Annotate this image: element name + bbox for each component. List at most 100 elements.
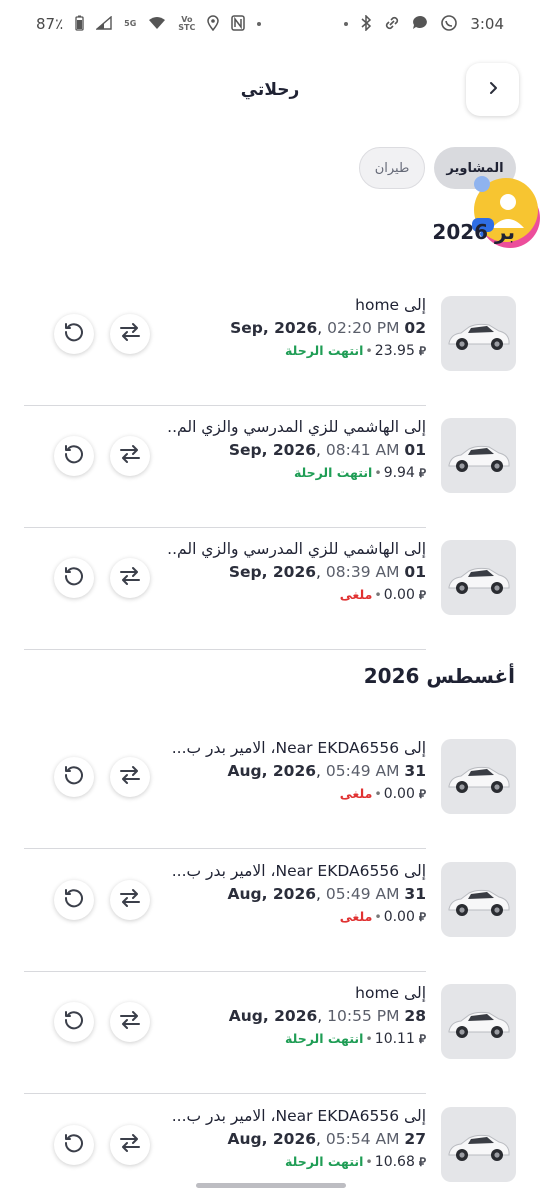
- status-label: ملغى: [339, 786, 373, 801]
- trip-info: إلى Near EKDA6556، الامير بدر ب... Aug, …: [166, 737, 426, 805]
- trip-destination: إلى Near EKDA6556، الامير بدر ب...: [171, 1107, 426, 1125]
- repeat-trip-button[interactable]: [54, 880, 94, 920]
- row-divider: [24, 848, 426, 849]
- clock: 3:04: [470, 15, 504, 33]
- battery-icon: [75, 15, 84, 34]
- notification-dot-icon: [344, 22, 349, 26]
- car-thumbnail: [441, 540, 516, 615]
- trip-meta: ⃁ 0.00•ملغى: [339, 909, 426, 925]
- status-label: ملغى: [339, 587, 373, 602]
- trip-meta: ⃁ 9.94•انتهت الرحلة: [293, 465, 426, 481]
- repeat-trip-button[interactable]: [54, 757, 94, 797]
- wifi-icon: [148, 16, 166, 33]
- trip-row[interactable]: إلى home Aug, 2026, 10:55 PM 28 ⃁ 10.11•…: [24, 972, 516, 1095]
- swap-arrows-icon: [119, 444, 141, 468]
- bluetooth-icon: [360, 13, 372, 34]
- history-icon: [63, 321, 85, 347]
- swap-arrows-icon: [119, 566, 141, 590]
- history-icon: [63, 764, 85, 790]
- currency-icon: ⃁: [418, 1155, 426, 1169]
- swap-arrows-icon: [119, 888, 141, 912]
- swap-arrows-icon: [119, 1010, 141, 1034]
- trip-destination: إلى home: [355, 984, 426, 1002]
- trip-row[interactable]: إلى home Sep, 2026, 02:20 PM 02 ⃁ 23.95•…: [24, 284, 516, 407]
- history-icon: [63, 1009, 85, 1035]
- trip-destination: إلى الهاشمي للزي المدرسي والزي الم...: [166, 418, 426, 436]
- trip-row[interactable]: إلى Near EKDA6556، الامير بدر ب... Aug, …: [24, 850, 516, 973]
- trip-info: إلى Near EKDA6556، الامير بدر ب... Aug, …: [166, 860, 426, 928]
- car-thumbnail: [441, 862, 516, 937]
- trip-row[interactable]: إلى الهاشمي للزي المدرسي والزي الم... Se…: [24, 528, 516, 651]
- trip-datetime: Sep, 2026, 02:20 PM 02: [230, 319, 426, 337]
- row-divider: [24, 1093, 426, 1094]
- filter-chip-flights[interactable]: طيران: [359, 147, 425, 189]
- swap-route-button[interactable]: [110, 1002, 150, 1042]
- repeat-trip-button[interactable]: [54, 558, 94, 598]
- trip-info: إلى home Aug, 2026, 10:55 PM 28 ⃁ 10.11•…: [166, 982, 426, 1050]
- nfc-icon: [231, 14, 246, 34]
- volte-indicator: Vo STC: [178, 16, 195, 32]
- currency-icon: ⃁: [418, 910, 426, 924]
- history-icon: [63, 1132, 85, 1158]
- swap-route-button[interactable]: [110, 436, 150, 476]
- status-label: انتهت الرحلة: [285, 1154, 364, 1169]
- trip-row[interactable]: إلى Near EKDA6556، الامير بدر ب... Aug, …: [24, 727, 516, 850]
- trip-meta: ⃁ 23.95•انتهت الرحلة: [285, 343, 426, 359]
- trip-datetime: Aug, 2026, 10:55 PM 28: [228, 1007, 426, 1025]
- status-bar-right: 3:04: [344, 13, 504, 35]
- repeat-trip-button[interactable]: [54, 436, 94, 476]
- carrier-label: STC: [178, 23, 196, 32]
- swap-arrows-icon: [119, 765, 141, 789]
- history-icon: [63, 565, 85, 591]
- repeat-trip-button[interactable]: [54, 314, 94, 354]
- status-label: انتهت الرحلة: [285, 1031, 364, 1046]
- car-thumbnail: [441, 418, 516, 493]
- trip-row[interactable]: إلى الهاشمي للزي المدرسي والزي الم... Se…: [24, 406, 516, 529]
- trip-meta: ⃁ 0.00•ملغى: [339, 587, 426, 603]
- repeat-trip-button[interactable]: [54, 1125, 94, 1165]
- trip-info: إلى الهاشمي للزي المدرسي والزي الم... Se…: [166, 416, 426, 484]
- swap-route-button[interactable]: [110, 757, 150, 797]
- car-thumbnail: [441, 739, 516, 814]
- swap-route-button[interactable]: [110, 558, 150, 598]
- section-title-month: بر 2026: [432, 220, 515, 244]
- currency-icon: ⃁: [418, 787, 426, 801]
- car-thumbnail: [441, 1107, 516, 1182]
- currency-icon: ⃁: [418, 466, 426, 480]
- car-thumbnail: [441, 984, 516, 1059]
- trip-datetime: Aug, 2026, 05:54 AM 27: [227, 1130, 426, 1148]
- car-thumbnail: [441, 296, 516, 371]
- history-icon: [63, 443, 85, 469]
- trip-meta: ⃁ 10.11•انتهت الرحلة: [285, 1031, 426, 1047]
- trip-datetime: Aug, 2026, 05:49 AM 31: [227, 885, 426, 903]
- network-5g-label: 5G: [124, 19, 137, 28]
- status-label: انتهت الرحلة: [293, 465, 373, 480]
- link-icon: [384, 16, 400, 33]
- battery-level: 87٪: [36, 15, 64, 33]
- swap-route-button[interactable]: [110, 314, 150, 354]
- page-title: رحلاتي: [240, 80, 300, 100]
- trip-datetime: Aug, 2026, 05:49 AM 31: [227, 762, 426, 780]
- trip-info: إلى Near EKDA6556، الامير بدر ب... Aug, …: [166, 1105, 426, 1173]
- app-header: رحلاتي: [0, 60, 540, 118]
- trip-destination: إلى الهاشمي للزي المدرسي والزي الم...: [166, 540, 426, 558]
- trip-datetime: Sep, 2026, 08:39 AM 01: [228, 563, 426, 581]
- status-label: انتهت الرحلة: [285, 343, 364, 358]
- currency-icon: ⃁: [418, 1032, 426, 1046]
- swap-route-button[interactable]: [110, 880, 150, 920]
- swap-arrows-icon: [119, 322, 141, 346]
- repeat-trip-button[interactable]: [54, 1002, 94, 1042]
- back-button[interactable]: [466, 63, 519, 116]
- trip-destination: إلى Near EKDA6556، الامير بدر ب...: [171, 862, 426, 880]
- status-bar: 87٪ 5G Vo STC 3:04: [0, 0, 540, 48]
- currency-icon: ⃁: [418, 344, 426, 358]
- row-divider: [24, 649, 426, 650]
- signal-icon: [95, 14, 112, 33]
- floating-chat-bubble[interactable]: [470, 172, 540, 258]
- whatsapp-icon: [440, 14, 458, 35]
- home-indicator[interactable]: [196, 1183, 346, 1188]
- swap-route-button[interactable]: [110, 1125, 150, 1165]
- trip-meta: ⃁ 10.68•انتهت الرحلة: [285, 1154, 426, 1170]
- chat-icon: [412, 15, 428, 34]
- status-bar-left: 87٪ 5G Vo STC: [36, 14, 262, 34]
